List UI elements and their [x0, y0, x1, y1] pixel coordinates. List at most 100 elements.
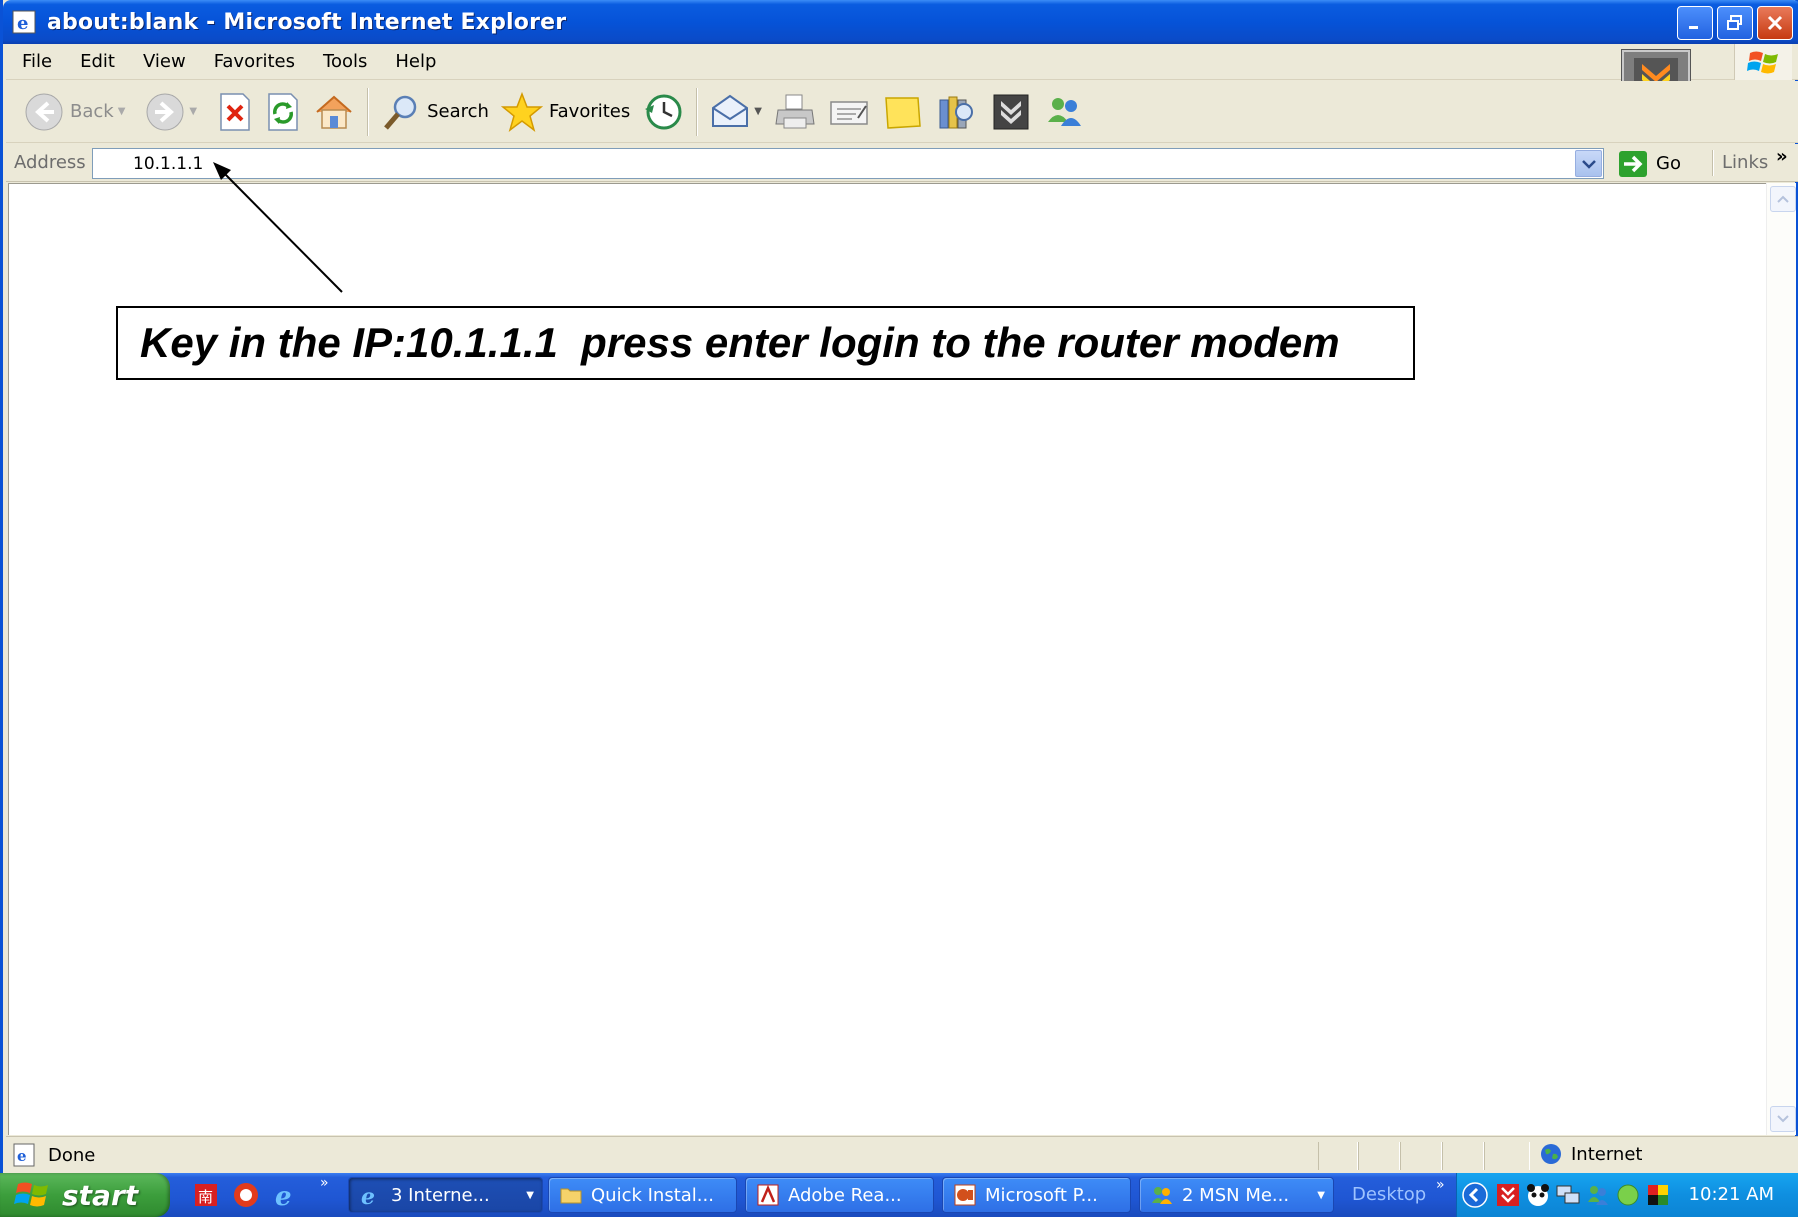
links-label[interactable]: Links — [1722, 152, 1768, 173]
search-label: Search — [427, 101, 489, 122]
restore-icon — [1727, 15, 1742, 30]
status-bar: e Done Internet — [6, 1136, 1798, 1173]
forward-arrow-icon — [146, 93, 184, 130]
search-button[interactable]: Search — [375, 86, 495, 138]
messenger-tray-icon[interactable] — [1585, 1182, 1611, 1208]
back-arrow-icon — [25, 93, 63, 130]
task-label: Quick Instal... — [591, 1184, 714, 1206]
print-button[interactable] — [768, 86, 822, 138]
close-icon — [1767, 15, 1783, 31]
messenger-button[interactable] — [1038, 86, 1092, 138]
mail-button[interactable]: ▼ — [704, 86, 768, 138]
download-button[interactable] — [984, 86, 1038, 138]
discuss-button[interactable] — [876, 86, 930, 138]
back-dropdown-icon[interactable]: ▼ — [118, 106, 126, 117]
close-button[interactable] — [1757, 6, 1793, 40]
menu-tools[interactable]: Tools — [309, 51, 381, 72]
quick-launch-ie-icon[interactable]: e — [272, 1181, 300, 1209]
star-icon — [500, 91, 543, 132]
svg-text:南: 南 — [198, 1188, 213, 1206]
forward-button[interactable]: ▼ — [139, 86, 203, 138]
messenger-people-icon — [1047, 97, 1081, 126]
status-pane — [1484, 1142, 1530, 1170]
address-field[interactable] — [92, 148, 1604, 179]
quick-launch-app-icon[interactable]: 南 — [192, 1181, 220, 1209]
history-button[interactable] — [636, 86, 690, 138]
vertical-scrollbar[interactable] — [1766, 183, 1796, 1135]
address-dropdown-button[interactable] — [1575, 150, 1602, 177]
menu-view[interactable]: View — [129, 51, 200, 72]
taskbar-button-msn[interactable]: 2 MSN Me... ▼ — [1139, 1177, 1334, 1213]
taskbar-button-powerpoint[interactable]: Microsoft P... — [942, 1177, 1131, 1213]
links-chevron-icon[interactable]: » — [1776, 146, 1788, 167]
adobe-reader-icon — [757, 1184, 779, 1206]
status-pane — [1358, 1142, 1400, 1170]
network-connection-icon[interactable] — [1555, 1182, 1581, 1208]
refresh-icon — [268, 92, 298, 131]
mail-dropdown-icon[interactable]: ▼ — [754, 106, 762, 117]
stop-button[interactable] — [211, 86, 259, 138]
start-label: start — [62, 1178, 139, 1212]
forward-dropdown-icon[interactable]: ▼ — [189, 106, 197, 117]
ie-icon: e — [361, 1184, 375, 1207]
menu-edit[interactable]: Edit — [66, 51, 129, 72]
toolbar-separator — [367, 87, 370, 136]
system-tray: 10:21 AM — [1456, 1173, 1798, 1217]
note-icon — [885, 96, 921, 129]
edit-button[interactable] — [822, 86, 876, 138]
go-arrow-icon — [1619, 150, 1647, 177]
desktop-chevron-icon[interactable]: » — [1436, 1177, 1445, 1193]
links-separator — [1712, 150, 1714, 176]
title-bar[interactable]: e about:blank - Microsoft Internet Explo… — [3, 0, 1798, 44]
printer-icon — [775, 94, 815, 128]
quick-launch-app-icon[interactable] — [232, 1181, 260, 1209]
language-bar-icon[interactable] — [1645, 1182, 1671, 1208]
svg-text:e: e — [361, 1184, 375, 1207]
windows-flag-icon — [1734, 44, 1792, 80]
favorites-button[interactable]: Favorites — [495, 86, 636, 138]
back-button[interactable]: Back ▼ — [18, 86, 131, 138]
download-tray-icon[interactable] — [1495, 1182, 1521, 1208]
menu-help[interactable]: Help — [381, 51, 450, 72]
svg-text:e: e — [17, 13, 28, 34]
menu-favorites[interactable]: Favorites — [200, 51, 309, 72]
window-title: about:blank - Microsoft Internet Explore… — [47, 9, 567, 35]
scroll-up-button[interactable] — [1770, 186, 1796, 212]
start-button[interactable]: start — [0, 1173, 170, 1217]
favorites-label: Favorites — [548, 101, 631, 122]
instruction-callout: Key in the IP:10.1.1.1 press enter login… — [116, 306, 1415, 380]
mail-icon — [712, 94, 749, 127]
menu-file[interactable]: File — [6, 51, 66, 72]
home-button[interactable] — [307, 86, 361, 138]
task-label: 2 MSN Me... — [1182, 1184, 1290, 1206]
zone-label: Internet — [1571, 1143, 1643, 1165]
security-shield-icon[interactable] — [1615, 1182, 1641, 1208]
standard-toolbar: Back ▼ ▼ Search Favorites ▼ — [6, 81, 1798, 143]
taskbar-button-ie[interactable]: e 3 Interne... ▼ — [348, 1177, 543, 1213]
show-hidden-icons-button[interactable] — [1461, 1181, 1489, 1209]
security-zone[interactable]: Internet — [1539, 1142, 1642, 1166]
minimize-button[interactable] — [1677, 6, 1713, 40]
address-input[interactable] — [133, 153, 1533, 174]
taskbar-button-folder[interactable]: Quick Instal... — [548, 1177, 737, 1213]
restore-button[interactable] — [1717, 6, 1753, 40]
panda-antivirus-icon[interactable] — [1525, 1182, 1551, 1208]
task-label: Microsoft P... — [985, 1184, 1098, 1206]
menu-bar: File Edit View Favorites Tools Help — [6, 44, 1798, 80]
status-pane — [1442, 1142, 1484, 1170]
go-button[interactable]: Go — [1618, 148, 1681, 179]
refresh-button[interactable] — [259, 86, 307, 138]
quick-launch-chevron-icon[interactable]: » — [320, 1175, 329, 1191]
clock[interactable]: 10:21 AM — [1689, 1184, 1774, 1205]
taskbar-button-adobe[interactable]: Adobe Rea... — [745, 1177, 934, 1213]
address-label: Address — [14, 152, 86, 173]
desktop-toolbar-label[interactable]: Desktop — [1352, 1184, 1426, 1205]
chevron-down-icon: ▼ — [1317, 1189, 1325, 1201]
research-books-icon — [939, 96, 973, 128]
scroll-down-button[interactable] — [1770, 1106, 1796, 1132]
status-pane — [1400, 1142, 1442, 1170]
research-button[interactable] — [930, 86, 984, 138]
go-label: Go — [1656, 153, 1681, 174]
folder-icon — [560, 1188, 582, 1204]
svg-text:e: e — [275, 1182, 292, 1209]
